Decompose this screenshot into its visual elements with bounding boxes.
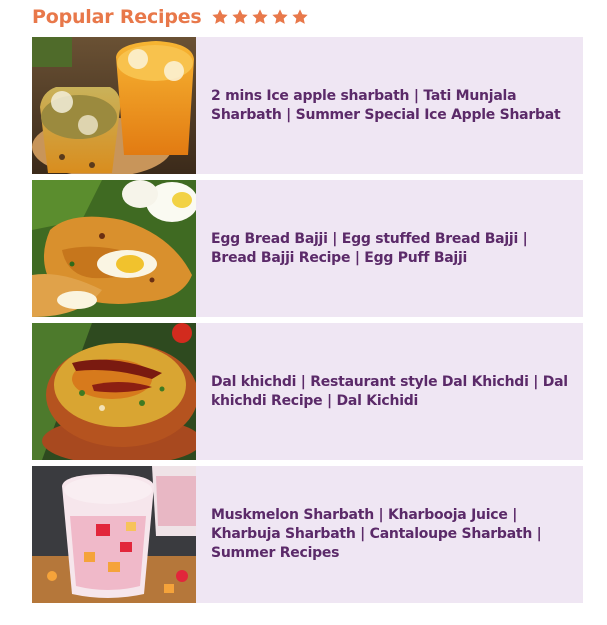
recipe-list-item[interactable]: 2 mins Ice apple sharbath | Tati Munjala… bbox=[32, 37, 583, 174]
egg-bread-bajji-thumbnail[interactable] bbox=[32, 180, 196, 317]
ice-apple-sharbath-thumbnail[interactable] bbox=[32, 37, 196, 174]
popular-recipes-widget: Popular Recipes 2 mins Ice apple sharbat… bbox=[32, 4, 583, 609]
rating-stars bbox=[211, 8, 309, 26]
dal-khichdi-thumbnail[interactable] bbox=[32, 323, 196, 460]
recipe-title[interactable]: Egg Bread Bajji | Egg stuffed Bread Bajj… bbox=[196, 180, 583, 317]
recipe-list-item[interactable]: Muskmelon Sharbath | Kharbooja Juice | K… bbox=[32, 466, 583, 603]
widget-title: Popular Recipes bbox=[32, 6, 202, 28]
recipe-list-item[interactable]: Egg Bread Bajji | Egg stuffed Bread Bajj… bbox=[32, 180, 583, 317]
recipe-title[interactable]: Muskmelon Sharbath | Kharbooja Juice | K… bbox=[196, 466, 583, 603]
muskmelon-sharbath-thumbnail[interactable] bbox=[32, 466, 196, 603]
star-icon bbox=[231, 8, 249, 26]
recipe-list: 2 mins Ice apple sharbath | Tati Munjala… bbox=[32, 37, 583, 603]
star-icon bbox=[291, 8, 309, 26]
star-icon bbox=[271, 8, 289, 26]
recipe-title[interactable]: 2 mins Ice apple sharbath | Tati Munjala… bbox=[196, 37, 583, 174]
star-icon bbox=[211, 8, 229, 26]
star-icon bbox=[251, 8, 269, 26]
recipe-list-item[interactable]: Dal khichdi | Restaurant style Dal Khich… bbox=[32, 323, 583, 460]
widget-header: Popular Recipes bbox=[32, 4, 583, 30]
recipe-title[interactable]: Dal khichdi | Restaurant style Dal Khich… bbox=[196, 323, 583, 460]
